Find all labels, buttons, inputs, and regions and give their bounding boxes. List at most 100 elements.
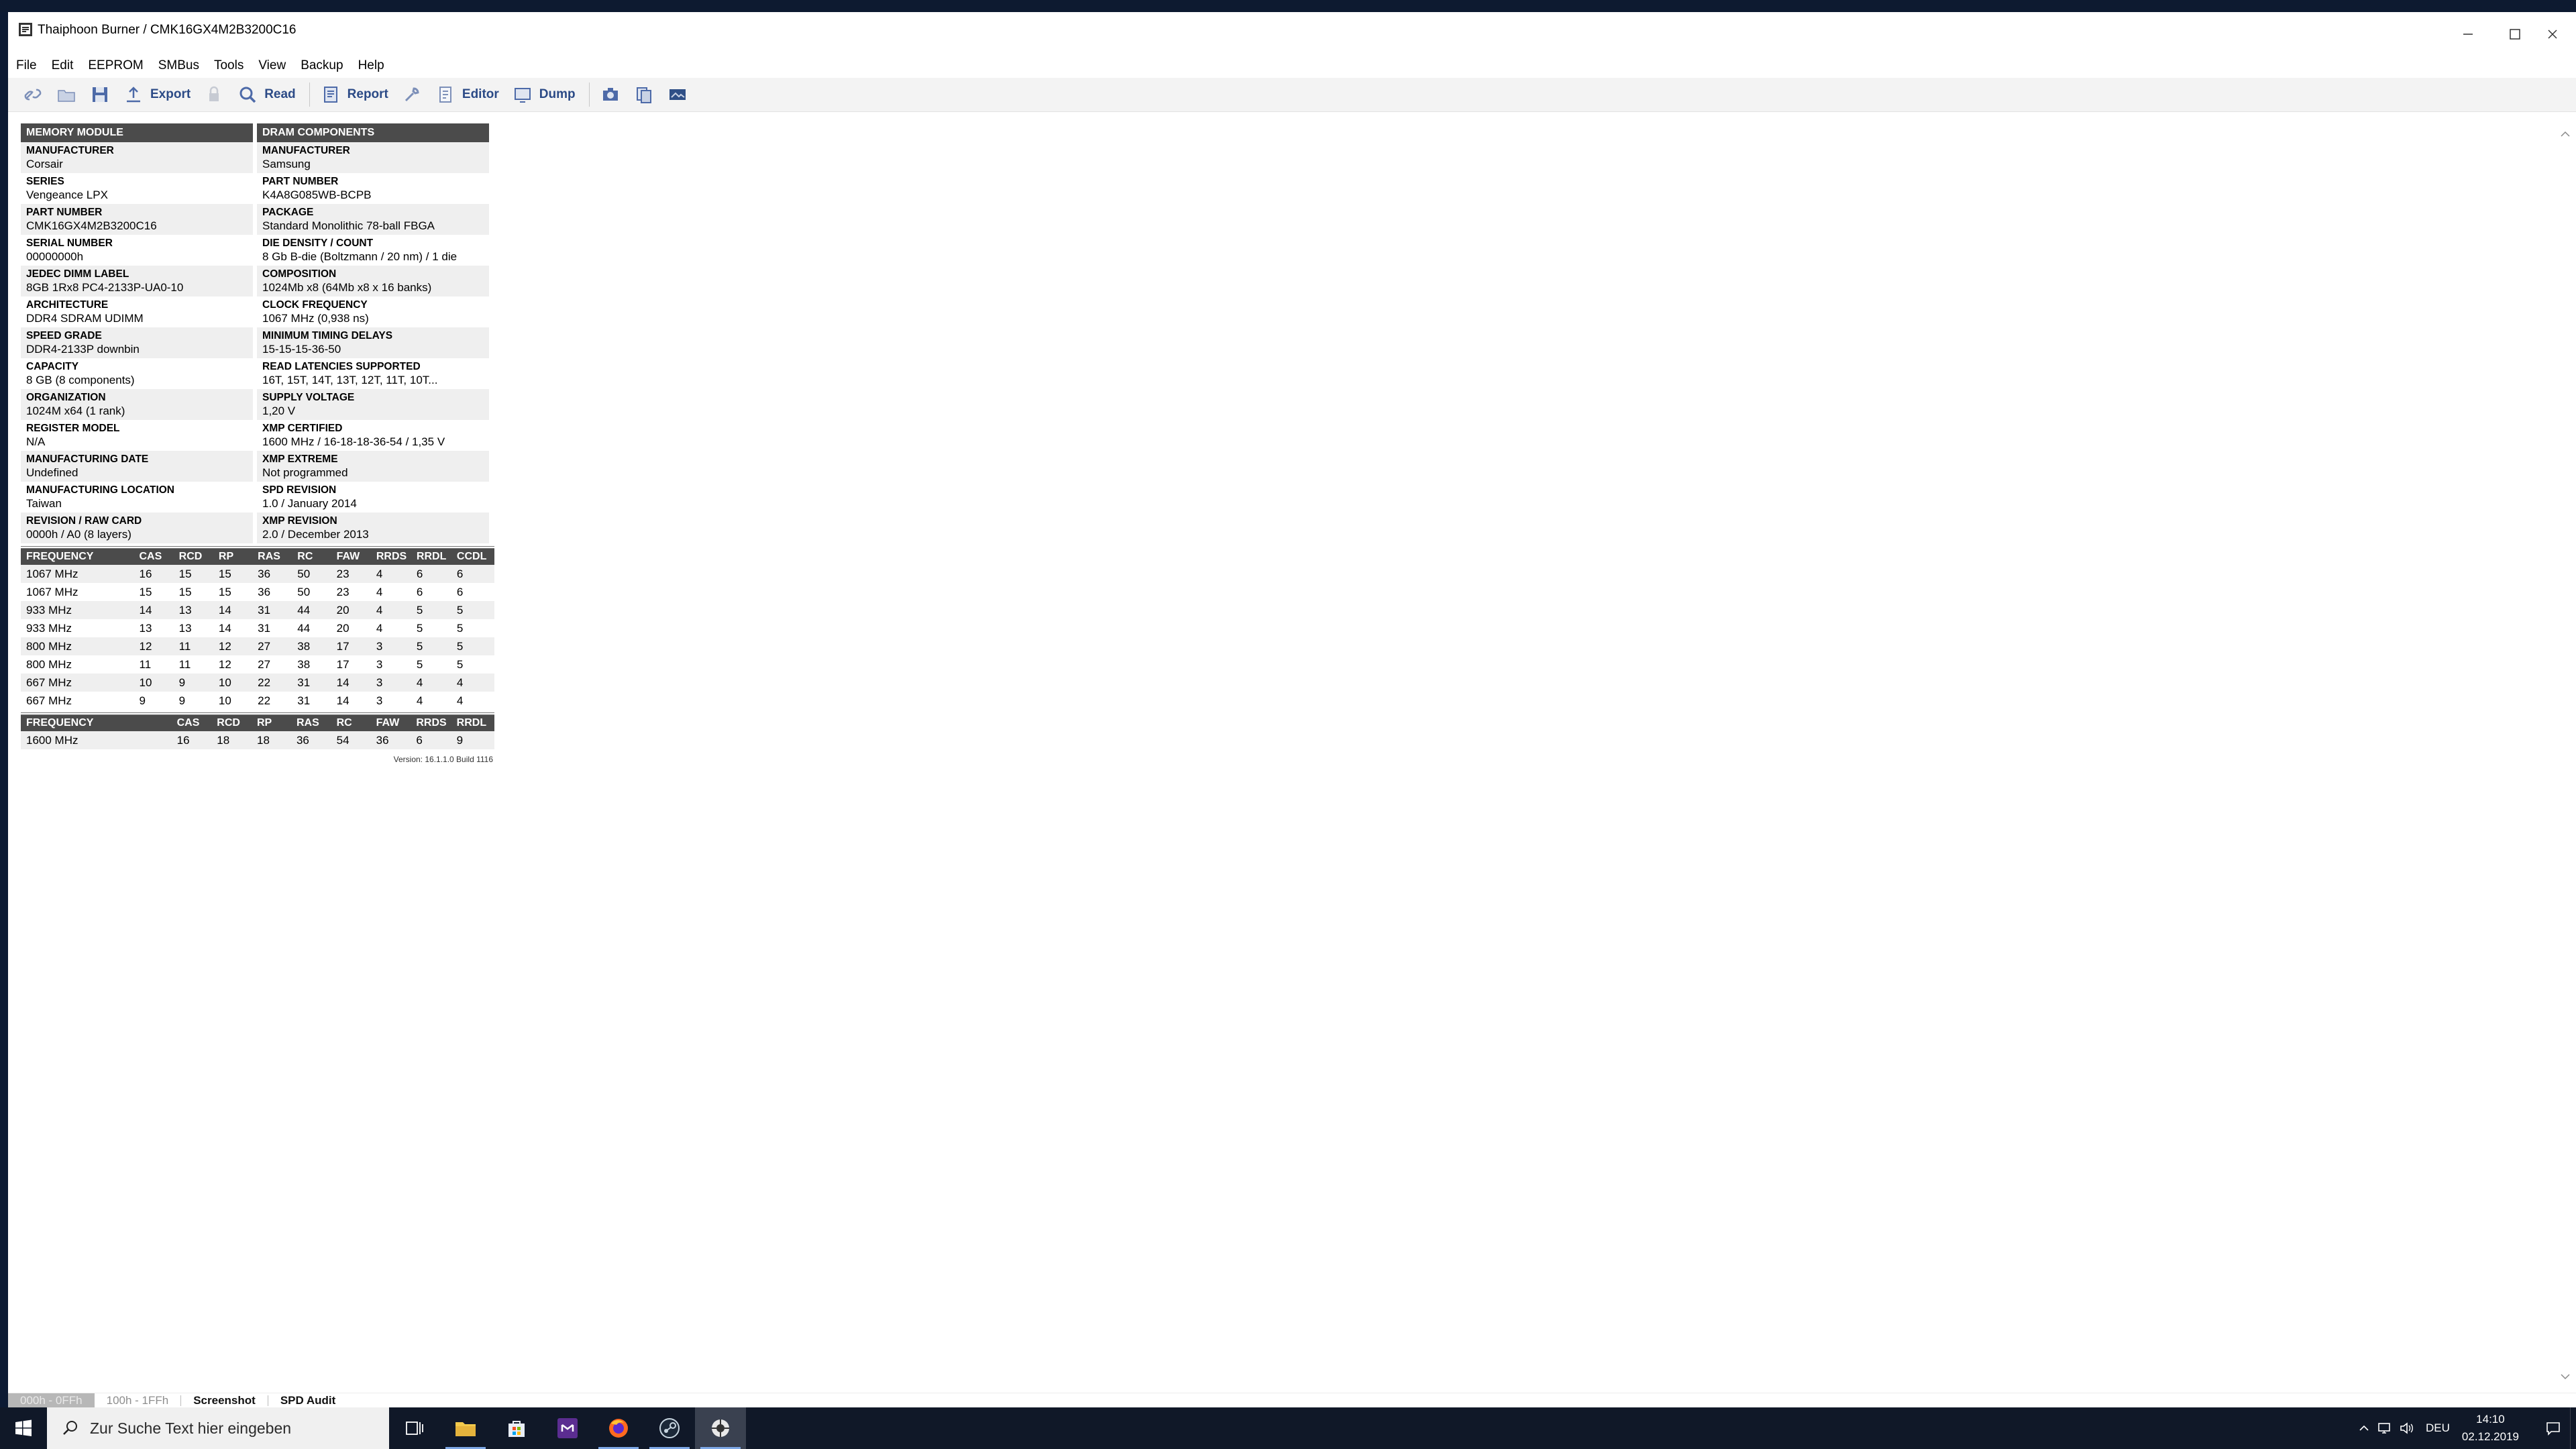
table-row: 1067 MHz 15 15 15 36 50 23 4 6 6	[21, 583, 494, 601]
app-button[interactable]	[542, 1407, 593, 1449]
field-value: CMK16GX4M2B3200C16	[26, 219, 157, 232]
tab-spd-audit[interactable]: SPD Audit	[268, 1393, 347, 1408]
dram-components-header: DRAM COMPONENTS	[257, 123, 489, 142]
timing-cell: 3	[376, 658, 383, 671]
taskbar: Zur Suche Text hier eingeben DEU 14:10 0…	[0, 1407, 2576, 1449]
dram-field: READ LATENCIES SUPPORTED 16T, 15T, 14T, 1…	[257, 358, 489, 389]
column-header: CAS	[136, 549, 176, 565]
dump-button[interactable]: Dump	[507, 81, 581, 108]
close-icon	[2548, 30, 2557, 39]
timing-cell: 18	[254, 731, 294, 749]
store-icon	[508, 1421, 525, 1437]
timing-cell: 12	[215, 637, 256, 655]
column-header: FREQUENCY	[21, 549, 137, 565]
search-icon	[63, 1421, 77, 1435]
menu-help[interactable]: Help	[352, 56, 391, 75]
windows-icon	[15, 1419, 32, 1436]
column-header: RC	[333, 715, 374, 731]
dram-field: PART NUMBER K4A8G085WB-BCPB	[257, 173, 489, 204]
menu-eeprom[interactable]: EEPROM	[81, 56, 150, 75]
speaker-icon	[2400, 1422, 2413, 1434]
timing-cell: 31	[297, 694, 311, 707]
timing-cell: 20	[336, 622, 350, 635]
timing-cell: 22	[255, 674, 295, 692]
timing-cell: 6	[416, 586, 423, 598]
timing-cell: 15	[215, 565, 256, 583]
dram-field: MINIMUM TIMING DELAYS 15-15-15-36-50	[257, 327, 489, 358]
menu-file[interactable]: File	[9, 56, 44, 75]
monitor-icon	[514, 88, 531, 103]
menu-edit[interactable]: Edit	[45, 56, 80, 75]
task-view-button[interactable]	[389, 1407, 440, 1449]
link-button[interactable]	[17, 81, 48, 108]
network-button[interactable]	[2375, 1407, 2396, 1449]
menu-tools[interactable]: Tools	[207, 56, 250, 75]
timing-cell: 4	[453, 674, 494, 692]
tray-expand-button[interactable]	[2353, 1407, 2375, 1449]
field-label: MINIMUM TIMING DELAYS	[262, 330, 393, 341]
tab-screenshot[interactable]: Screenshot	[181, 1393, 268, 1408]
menu-backup[interactable]: Backup	[294, 56, 350, 75]
volume-button[interactable]	[2396, 1407, 2418, 1449]
field-label: REVISION / RAW CARD	[26, 515, 142, 527]
field-label: REGISTER MODEL	[26, 423, 120, 434]
timing-cell: 18	[214, 731, 254, 749]
clock[interactable]: 14:10 02.12.2019	[2462, 1411, 2519, 1446]
thaiphoon-taskbar-button[interactable]	[695, 1407, 746, 1449]
timing-cell: 27	[258, 658, 271, 671]
scroll-up-icon[interactable]	[2559, 127, 2572, 141]
timing-cell: 54	[333, 731, 374, 749]
column-header: RRDS	[373, 549, 414, 565]
module-field: ARCHITECTURE DDR4 SDRAM UDIMM	[21, 297, 253, 327]
copy-button[interactable]	[629, 81, 659, 108]
show-desktop-button[interactable]	[2570, 1407, 2576, 1449]
tab-000h-0ffh[interactable]: 000h - 0FFh	[8, 1393, 95, 1408]
timing-cell: 15	[178, 586, 192, 598]
dram-field: MANUFACTURER Samsung	[257, 142, 489, 173]
field-label: XMP CERTIFIED	[262, 423, 343, 434]
field-value: 1.0 / January 2014	[262, 497, 357, 510]
image-button[interactable]	[662, 81, 693, 108]
close-button[interactable]	[2529, 12, 2576, 56]
read-button[interactable]: Read	[232, 81, 301, 108]
frequency-cell: 800 MHz	[21, 637, 137, 655]
column-header: RCD	[214, 715, 254, 731]
taskbar-search[interactable]: Zur Suche Text hier eingeben	[47, 1407, 389, 1449]
system-tray: DEU 14:10 02.12.2019	[2353, 1407, 2576, 1449]
steam-button[interactable]	[644, 1407, 695, 1449]
column-header: RRDS	[413, 715, 454, 731]
timing-cell: 14	[333, 674, 374, 692]
tab-100h-1ffh[interactable]: 100h - 1FFh	[95, 1393, 181, 1408]
column-header: RP	[215, 549, 256, 565]
timing-cell: 15	[139, 586, 152, 598]
report-button[interactable]: Report	[315, 81, 394, 108]
tools-button[interactable]	[396, 81, 427, 108]
timing-cell: 44	[294, 601, 334, 619]
store-button[interactable]	[491, 1407, 542, 1449]
jedec-timing-table: FREQUENCY CAS RCD RP RAS RC FAW RRDS RRD…	[21, 549, 494, 710]
start-button[interactable]	[0, 1407, 47, 1449]
timing-cell: 10	[136, 674, 176, 692]
timing-cell: 50	[297, 586, 311, 598]
open-button[interactable]	[51, 81, 82, 108]
save-button[interactable]	[85, 81, 115, 108]
field-label: PART NUMBER	[262, 176, 339, 187]
steam-icon	[659, 1418, 680, 1438]
editor-button[interactable]: Editor	[430, 81, 504, 108]
minimize-button[interactable]	[2445, 12, 2491, 56]
explorer-button[interactable]	[440, 1407, 491, 1449]
folder-icon	[455, 1422, 476, 1436]
chevron-up-icon	[2359, 1425, 2369, 1431]
menu-smbus[interactable]: SMBus	[152, 56, 206, 75]
lock-button[interactable]	[199, 81, 229, 108]
field-value: DDR4 SDRAM UDIMM	[26, 312, 144, 325]
camera-button[interactable]	[595, 81, 626, 108]
notifications-button[interactable]	[2536, 1407, 2570, 1449]
report-icon	[323, 87, 337, 103]
language-indicator[interactable]: DEU	[2426, 1421, 2450, 1435]
firefox-button[interactable]	[593, 1407, 644, 1449]
frequency-cell: 933 MHz	[26, 622, 72, 635]
export-button[interactable]: Export	[118, 81, 196, 108]
menu-view[interactable]: View	[252, 56, 292, 75]
scroll-down-icon[interactable]	[2559, 1370, 2572, 1383]
